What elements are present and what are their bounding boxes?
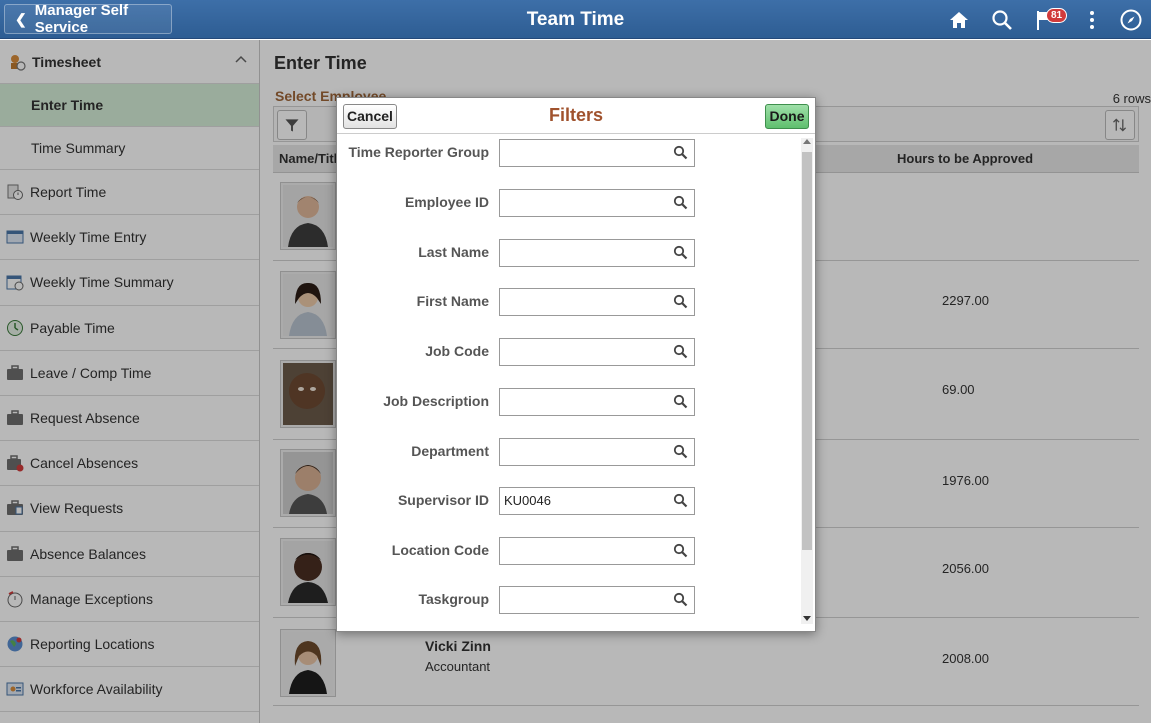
employee-id-input[interactable] [499, 189, 695, 217]
field-label: Last Name [418, 244, 489, 260]
field-label: Location Code [391, 542, 489, 558]
done-button[interactable]: Done [765, 104, 809, 129]
supervisor-id-input[interactable]: KU0046 [499, 487, 695, 515]
job-description-input[interactable] [499, 388, 695, 416]
filter-row-last-name: Last Name [337, 237, 803, 267]
filter-form: Time Reporter Group Employee ID Last Nam… [337, 135, 803, 631]
field-label: Taskgroup [418, 591, 489, 607]
filter-row-job-description: Job Description [337, 386, 803, 416]
last-name-input[interactable] [499, 239, 695, 267]
lookup-icon[interactable] [673, 195, 688, 210]
lookup-icon[interactable] [673, 145, 688, 160]
location-code-input[interactable] [499, 537, 695, 565]
modal-title: Filters [548, 105, 604, 125]
department-input[interactable] [499, 438, 695, 466]
field-label: Job Description [383, 393, 489, 409]
modal-header: Cancel Filters Done [337, 98, 815, 134]
field-label: Department [411, 443, 489, 459]
filter-row-supervisor-id: Supervisor ID KU0046 [337, 485, 803, 515]
filter-row-first-name: First Name [337, 286, 803, 316]
filter-row-location-code: Location Code [337, 535, 803, 565]
filters-modal: Cancel Filters Done Time Reporter Group … [336, 97, 816, 632]
taskgroup-input[interactable] [499, 586, 695, 614]
notification-badge: 81 [1046, 8, 1068, 23]
modal-scrollbar[interactable] [801, 138, 813, 624]
field-label: Time Reporter Group [348, 144, 489, 160]
scroll-down-arrow-icon[interactable] [803, 614, 811, 622]
field-label: First Name [416, 293, 489, 309]
field-label: Employee ID [404, 194, 489, 210]
page-header-title: Team Time [526, 9, 625, 30]
filter-row-employee-id: Employee ID [337, 187, 803, 217]
lookup-icon[interactable] [673, 245, 688, 260]
lookup-icon[interactable] [673, 444, 688, 459]
job-code-input[interactable] [499, 338, 695, 366]
filter-row-job-code: Job Code [337, 336, 803, 366]
lookup-icon[interactable] [673, 394, 688, 409]
first-name-input[interactable] [499, 288, 695, 316]
search-icon[interactable] [990, 8, 1014, 32]
more-icon[interactable] [1080, 8, 1104, 32]
lookup-icon[interactable] [673, 344, 688, 359]
top-banner: ❮ Manager Self Service Team Time 81 [0, 0, 1151, 39]
lookup-icon[interactable] [673, 493, 688, 508]
home-icon[interactable] [947, 8, 971, 32]
scroll-thumb[interactable] [802, 152, 812, 550]
filter-row-department: Department [337, 436, 803, 466]
field-label: Job Code [425, 343, 489, 359]
time-reporter-group-input[interactable] [499, 139, 695, 167]
lookup-icon[interactable] [673, 294, 688, 309]
navbar-icon[interactable] [1119, 8, 1143, 32]
scroll-up-arrow-icon[interactable] [803, 138, 811, 146]
filter-row-taskgroup: Taskgroup [337, 584, 803, 614]
filter-row-time-reporter-group: Time Reporter Group [337, 137, 803, 167]
field-label: Supervisor ID [397, 492, 489, 508]
lookup-icon[interactable] [673, 592, 688, 607]
lookup-icon[interactable] [673, 543, 688, 558]
